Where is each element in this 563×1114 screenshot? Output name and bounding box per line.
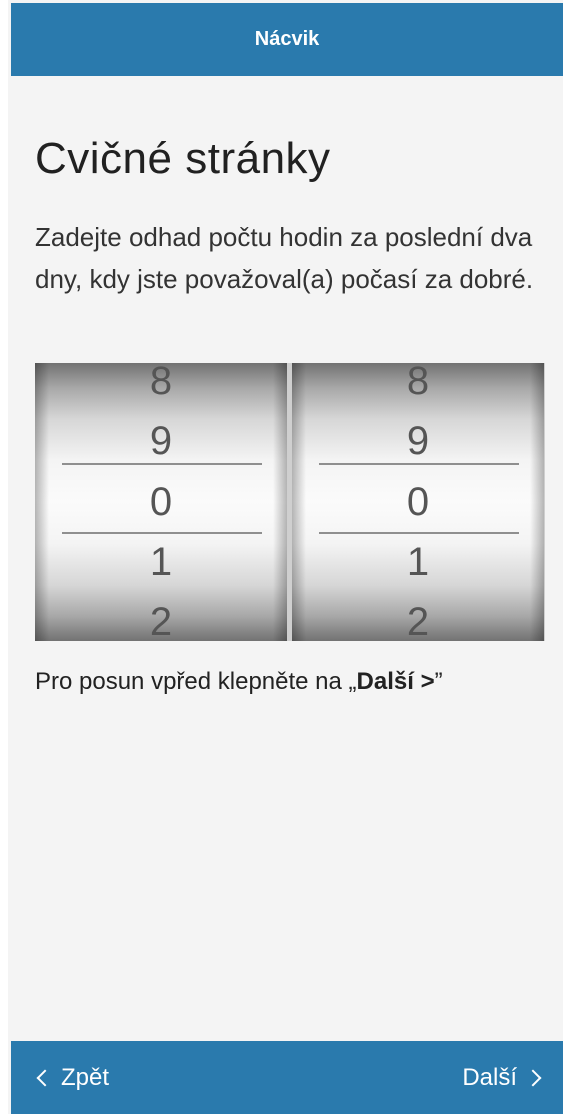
next-label: Další [462,1063,517,1091]
navigation-hint: Pro posun vpřed klepněte na „Další >” [35,668,443,696]
picker-wheel-units[interactable]: 8 9 0 1 2 [292,363,544,641]
wheel-value: 1 [149,540,173,584]
hint-suffix: ” [434,668,443,695]
header-title: Nácvik [254,28,320,50]
wheel-selected-value: 0 [406,480,430,524]
chevron-left-icon [36,1069,54,1086]
page-title: Cvičné stránky [35,134,331,183]
top-bar: Nácvik [11,3,563,76]
wheel-value: 8 [149,363,173,403]
hours-picker: 8 9 0 1 2 8 9 0 1 2 [35,363,545,641]
selection-line-bottom [62,532,262,534]
wheel-selected-value: 0 [149,480,173,524]
back-label: Zpět [61,1063,110,1091]
hint-prefix: Pro posun vpřed klepněte na „ [35,668,357,695]
wheel-value: 2 [149,600,173,641]
selection-line-bottom [319,532,519,534]
chevron-right-icon [524,1069,542,1086]
main-content: Cvičné stránky Zadejte odhad počtu hodin… [11,76,563,1041]
question-prompt: Zadejte odhad počtu hodin za poslední dv… [35,222,534,294]
wheel-value: 1 [406,540,430,584]
wheel-value: 8 [406,363,430,403]
app-screen: Nácvik Cvičné stránky Zadejte odhad počt… [8,0,563,1114]
wheel-value: 2 [406,600,430,641]
selection-line-top [319,463,519,465]
selection-line-top [62,463,262,465]
picker-wheel-tens[interactable]: 8 9 0 1 2 [35,363,287,641]
next-button[interactable]: Další [462,1041,543,1114]
bottom-nav-bar: Zpět Další [11,1041,563,1114]
hint-next-reference: Další > [356,668,435,695]
back-button[interactable]: Zpět [35,1041,109,1114]
